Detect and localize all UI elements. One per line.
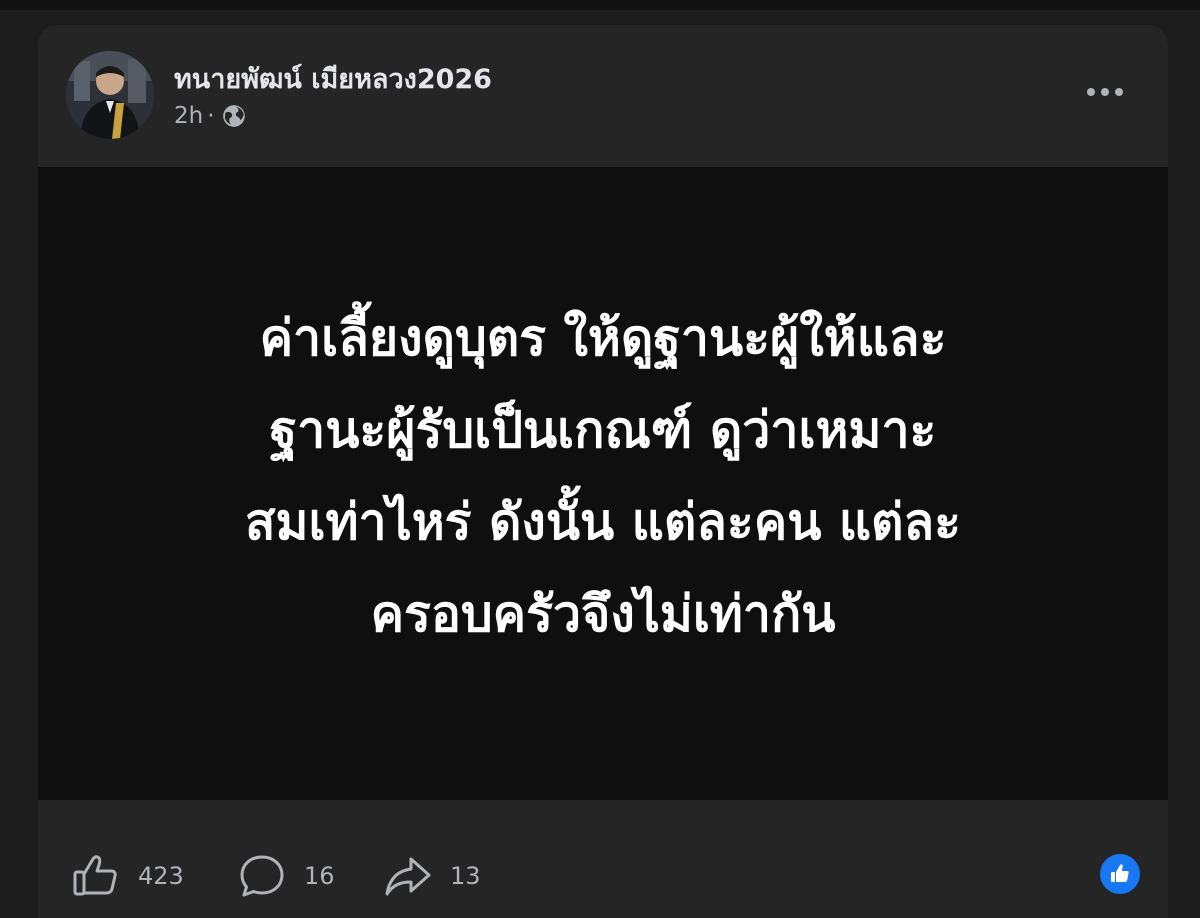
comment-icon — [240, 855, 284, 897]
share-count: 13 — [450, 862, 481, 890]
globe-icon — [222, 105, 245, 127]
post-text-line: ค่าเลี้ยงดูบุตร ให้ดูฐานะผู้ให้และ — [259, 308, 947, 367]
post-text-line: ครอบครัวจึงไม่เท่ากัน — [370, 584, 836, 643]
share-icon — [385, 857, 431, 896]
like-reaction-icon[interactable] — [1100, 854, 1140, 894]
post-content: ค่าเลี้ยงดูบุตร ให้ดูฐานะผู้ให้และ ฐานะผ… — [38, 167, 1168, 800]
post-text-line: สมเท่าไหร่ ดังนั้น แต่ละคน แต่ละ — [244, 492, 962, 551]
top-bar — [0, 0, 1200, 10]
comment-button[interactable]: 16 — [238, 852, 335, 900]
post-actions: 423 16 13 — [38, 800, 1168, 918]
more-options-icon[interactable] — [1080, 79, 1130, 105]
post-card: ทนายพัฒน์ เมียหลวง2026 2h · ค่าเลี้ยงดูบ… — [38, 25, 1168, 918]
post-text-line: ฐานะผู้รับเป็นเกณฑ์ ดูว่าเหมาะ — [269, 400, 937, 459]
share-button[interactable]: 13 — [384, 852, 481, 900]
post-header: ทนายพัฒน์ เมียหลวง2026 2h · — [38, 25, 1168, 167]
meta-separator: · — [207, 103, 215, 129]
comment-count: 16 — [304, 862, 335, 890]
like-icon — [73, 855, 117, 896]
post-text: ค่าเลี้ยงดูบุตร ให้ดูฐานะผู้ให้และ ฐานะผ… — [103, 292, 1103, 660]
author-name[interactable]: ทนายพัฒน์ เมียหลวง2026 — [174, 57, 492, 100]
like-button[interactable]: 423 — [72, 852, 184, 900]
post-meta: 2h · — [174, 103, 247, 129]
like-count: 423 — [138, 862, 184, 890]
author-avatar[interactable] — [66, 51, 154, 139]
post-time[interactable]: 2h — [174, 103, 203, 129]
